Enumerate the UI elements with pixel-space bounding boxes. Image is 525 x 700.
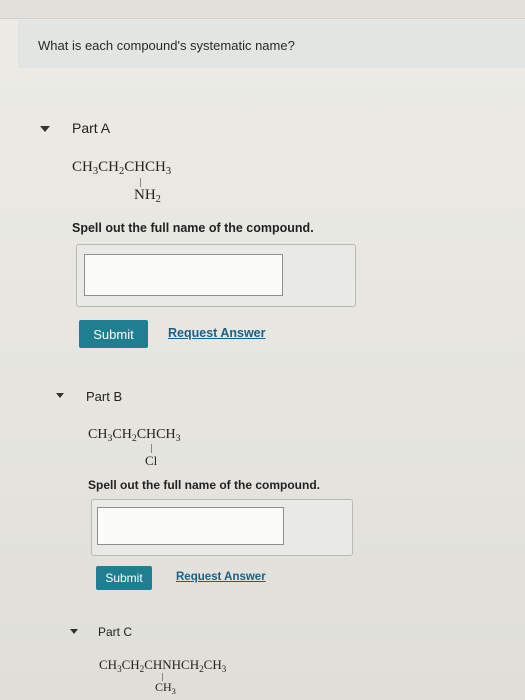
part-a-title: Part A [72, 120, 111, 136]
part-a-substituent: NH2 [134, 187, 161, 205]
part-a-request-answer-link[interactable]: Request Answer [168, 326, 265, 340]
part-b-substituent: Cl [145, 453, 158, 468]
part-c-formula: CH3CH2CHNHCH2CH3 [99, 657, 227, 674]
part-b-prompt: Spell out the full name of the compound. [88, 478, 320, 492]
part-b-title: Part B [86, 389, 123, 404]
top-strip [0, 0, 525, 19]
part-a-prompt: Spell out the full name of the compound. [72, 221, 314, 235]
part-a-submit-button[interactable]: Submit [79, 320, 148, 348]
part-b-bond [151, 444, 152, 453]
part-c-substituent: CH3 [155, 680, 176, 696]
part-b-formula: CH3CH2CHCH3 [88, 427, 181, 444]
part-c-title: Part C [98, 625, 133, 639]
page: What is each compound's systematic name?… [0, 0, 525, 700]
collapse-caret-icon[interactable] [56, 393, 64, 398]
part-b-request-answer-link[interactable]: Request Answer [176, 571, 266, 583]
part-a-bond [140, 178, 141, 187]
part-a-formula: CH3CH2CHCH3 [72, 159, 172, 177]
collapse-caret-icon[interactable] [40, 126, 50, 132]
part-a-answer-input[interactable] [84, 254, 283, 296]
part-b-submit-button[interactable]: Submit [96, 566, 152, 590]
question-text: What is each compound's systematic name? [38, 38, 295, 53]
part-b-answer-input[interactable] [97, 507, 284, 545]
collapse-caret-icon[interactable] [70, 629, 78, 634]
